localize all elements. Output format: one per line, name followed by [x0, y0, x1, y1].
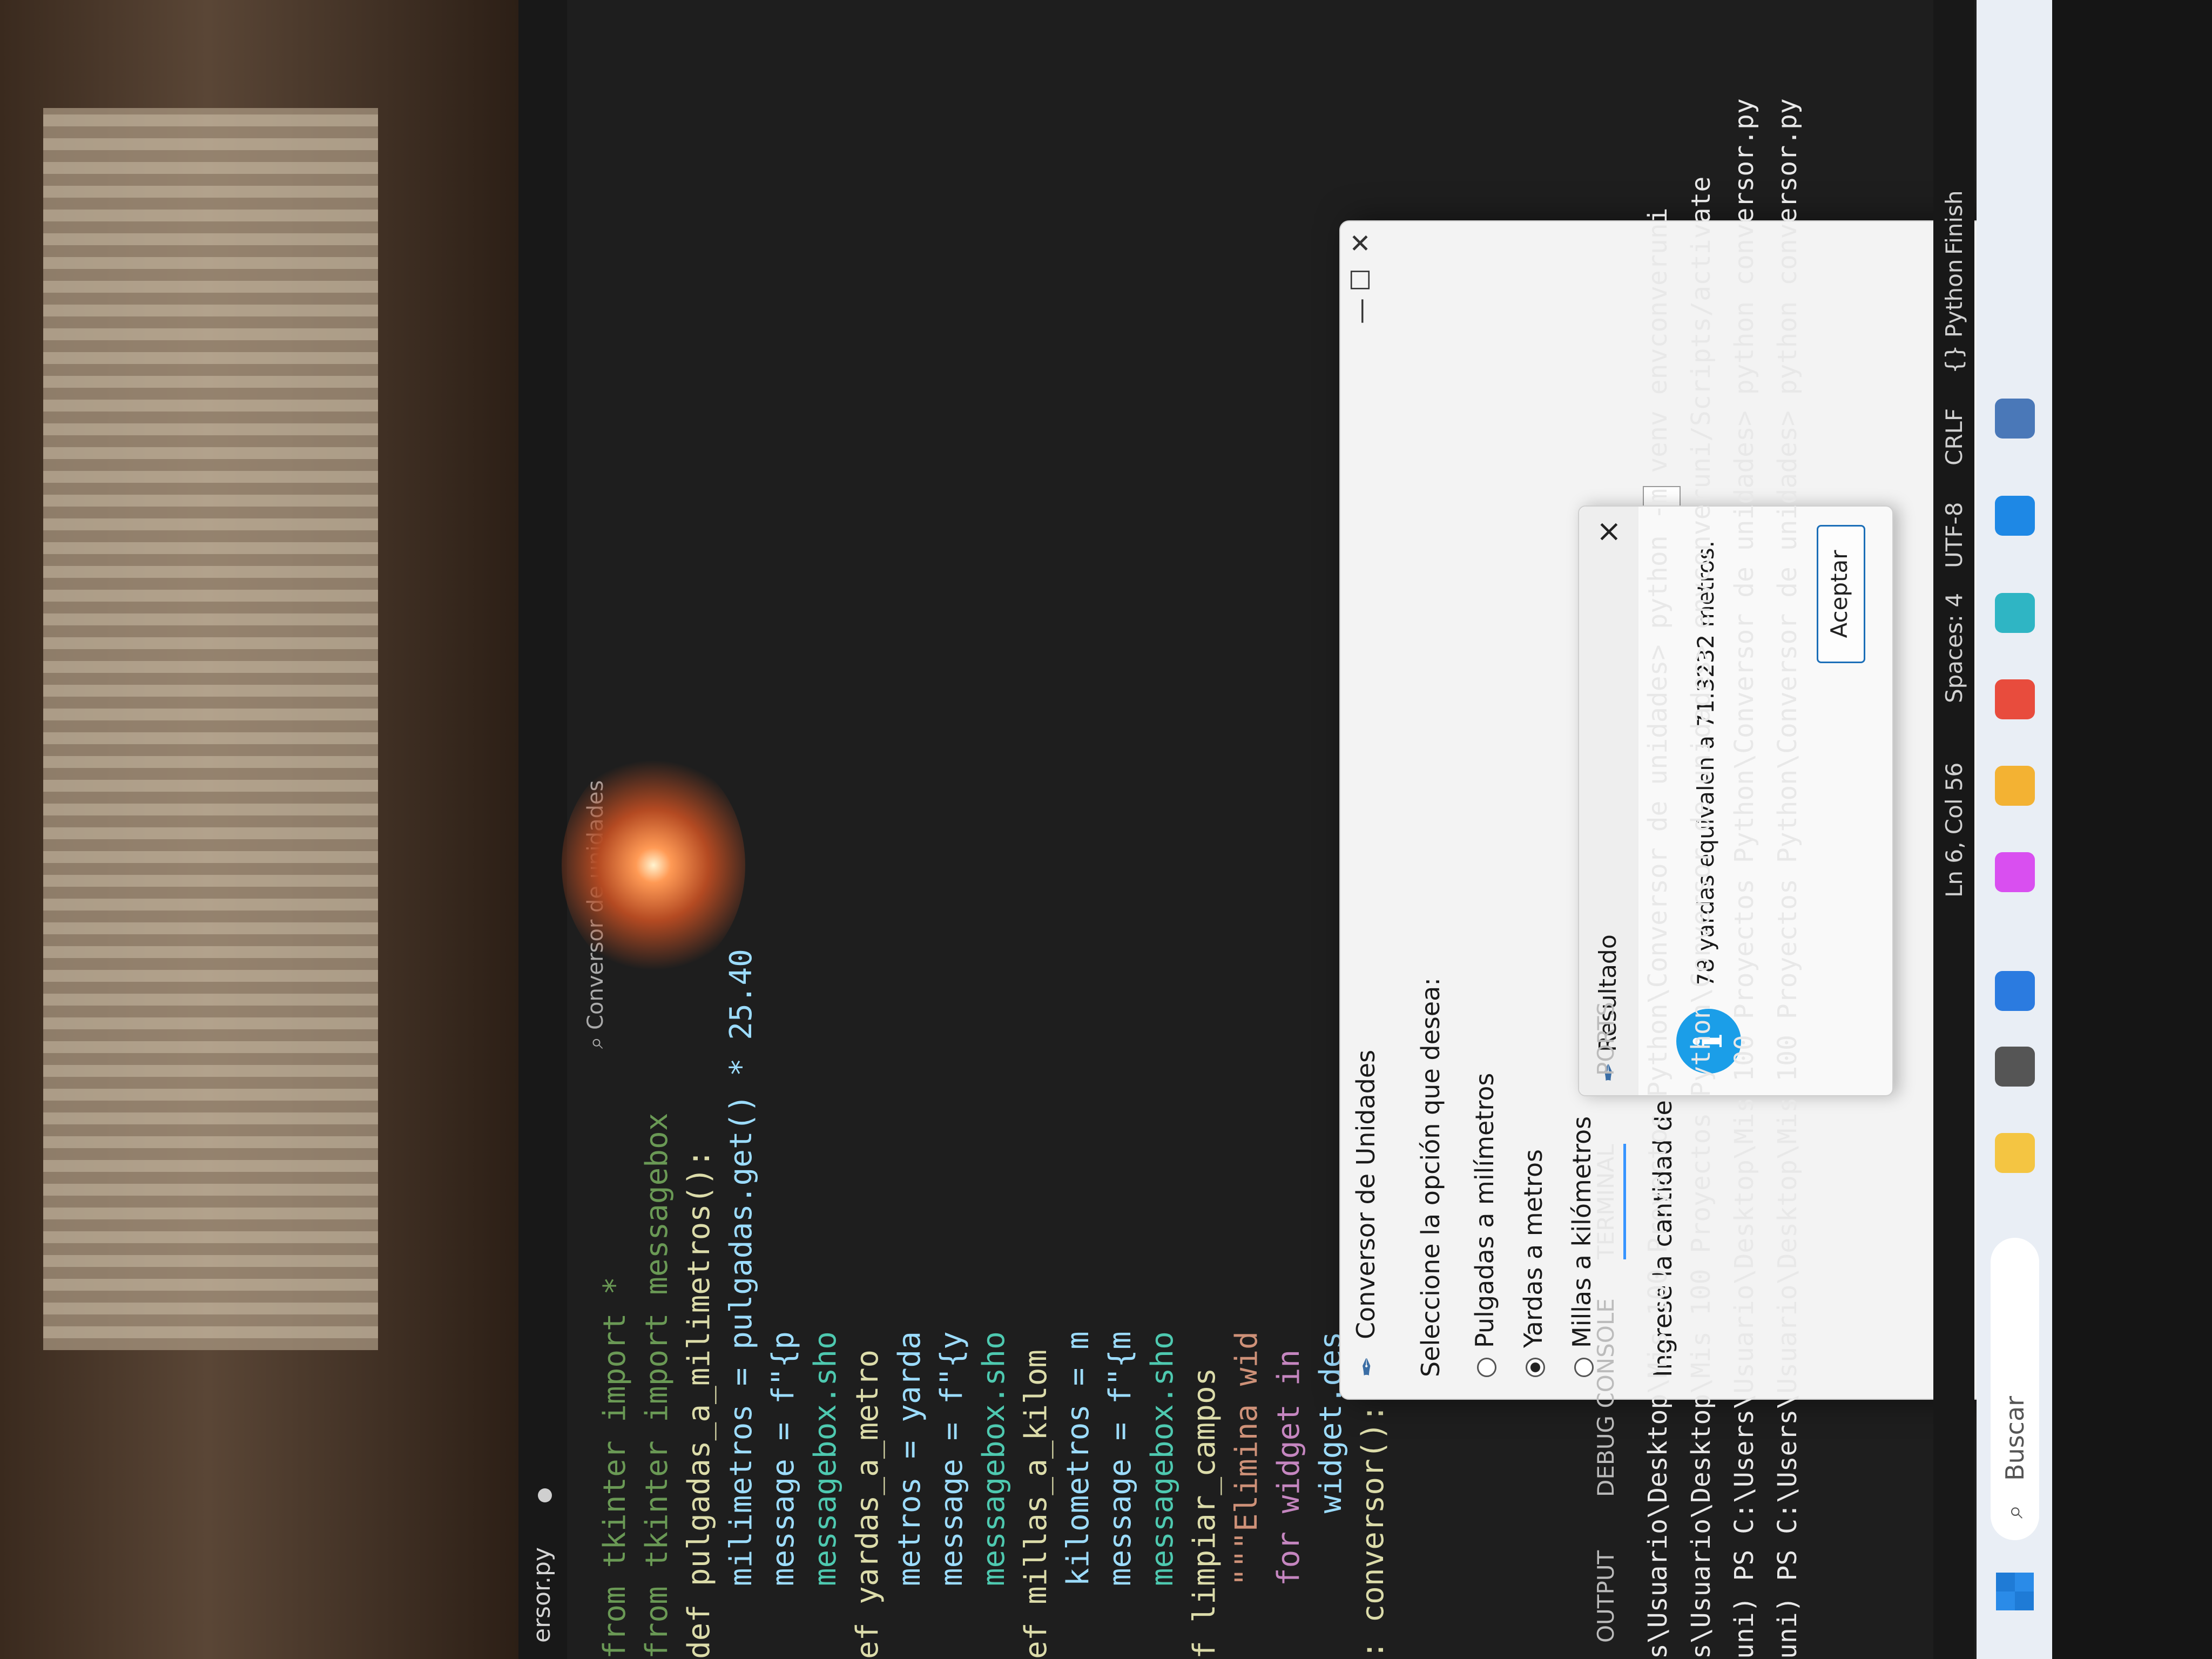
- close-icon[interactable]: ✕: [1346, 232, 1376, 254]
- dialog-title: Conversor de Unidades: [1351, 1049, 1380, 1339]
- search-icon: ⌕: [1999, 1505, 2028, 1519]
- terminal-line: s\Usuario\Desktop\Mis 100 Proyectos Pyth…: [1643, 207, 1673, 1659]
- title-bar: ersor.py: [518, 0, 567, 1659]
- radio-label: Yardas a metros: [1519, 1149, 1548, 1348]
- line-ending[interactable]: CRLF: [1941, 408, 1967, 466]
- code-line: from tkinter import *: [597, 1276, 632, 1659]
- screen: ersor.py ⌕ Conversor de unidades from tk…: [518, 0, 2052, 1659]
- code-line: ef millas_a_kilom: [1019, 1349, 1054, 1659]
- code-line: messagebox.sho: [1145, 1331, 1180, 1659]
- taskbar: ⌕ Buscar: [1977, 0, 2052, 1659]
- encoding[interactable]: UTF-8: [1941, 502, 1967, 568]
- windows-start-icon[interactable]: [1996, 1573, 2034, 1610]
- tk-feather-icon: ✒: [1352, 1356, 1381, 1377]
- copilot-icon[interactable]: [1995, 852, 2035, 892]
- search-label: Buscar: [2000, 1395, 2029, 1481]
- background-books: [43, 108, 378, 1350]
- terminal-line: s\Usuario\Desktop\Mis 100 Proyectos Pyth…: [1686, 176, 1716, 1659]
- chrome-icon[interactable]: [1995, 679, 2035, 719]
- cursor-position[interactable]: Ln 6, Col 56: [1941, 763, 1967, 898]
- code-line: ef yardas_a_metro: [850, 1349, 885, 1659]
- code-line: messagebox.sho: [976, 1331, 1011, 1659]
- code-line: message = f"{y: [934, 1331, 969, 1659]
- store-icon[interactable]: [1995, 971, 2035, 1011]
- indentation[interactable]: Spaces: 4: [1941, 593, 1967, 703]
- status-bar: Ln 6, Col 56 Spaces: 4 UTF-8 CRLF {} Pyt…: [1933, 0, 1974, 1659]
- vscode-window: ersor.py ⌕ Conversor de unidades from tk…: [518, 0, 2052, 1659]
- editor-tab[interactable]: ersor.py: [528, 1547, 556, 1643]
- code-line: from tkinter import messagebox: [639, 1112, 675, 1659]
- python-app-icon[interactable]: [1995, 399, 2035, 439]
- maximize-icon[interactable]: ☐: [1346, 268, 1376, 292]
- terminal[interactable]: s\Usuario\Desktop\Mis 100 Proyectos Pyth…: [1636, 0, 1917, 1659]
- code-line: message = f"{m: [1103, 1331, 1138, 1659]
- terminal-line: uni) PS C:\Users\Usuario\Desktop\Mis 100…: [1772, 98, 1803, 1659]
- language-mode[interactable]: {} Python: [1941, 259, 1967, 374]
- radio-icon: [1476, 1358, 1496, 1377]
- radio-selected-icon: [1525, 1358, 1545, 1377]
- code-line: """Elimina wid: [1229, 1331, 1264, 1659]
- tab-terminal[interactable]: TERMINAL: [1593, 1144, 1626, 1259]
- radio-label: Pulgadas a milímetros: [1470, 1073, 1499, 1348]
- vscode-icon[interactable]: [1995, 496, 2035, 536]
- tab-debug-console[interactable]: DEBUG CONSOLE: [1593, 1298, 1619, 1497]
- tab-output[interactable]: OUTPUT: [1593, 1550, 1619, 1643]
- radio-pulgadas-milimetros[interactable]: Pulgadas a milímetros: [1470, 1073, 1499, 1377]
- code-line: messagebox.sho: [808, 1331, 843, 1659]
- terminal-line: uni) PS C:\Users\Usuario\Desktop\Mis 100…: [1729, 98, 1759, 1659]
- option-prompt: Seleccione la opción que desea:: [1416, 977, 1445, 1377]
- code-line: metros = yarda: [892, 1331, 927, 1659]
- search-icon: ⌕: [583, 1029, 608, 1049]
- unsaved-dot-icon: [538, 1488, 552, 1502]
- laptop-bezel: [2052, 0, 2212, 1659]
- minimize-icon[interactable]: —: [1346, 298, 1376, 324]
- code-line: def pulgadas_a_milimetros():: [682, 1149, 717, 1659]
- radio-yardas-metros[interactable]: Yardas a metros: [1519, 1149, 1548, 1377]
- code-line: for widget in: [1271, 1349, 1306, 1659]
- file-explorer-icon[interactable]: [1995, 766, 2035, 806]
- lamp-reflection: [562, 752, 745, 979]
- code-line: message = f"{p: [766, 1331, 801, 1659]
- code-line: kilometros = m: [1061, 1331, 1096, 1659]
- finish-setup[interactable]: Finish: [1941, 190, 1967, 255]
- code-line: f limpiar_campos: [1187, 1367, 1222, 1659]
- panel-tabs: OUTPUT DEBUG CONSOLE TERMINAL PORTS: [1585, 0, 1628, 1659]
- code-line: milimetros = pulgadas.get() * 25.40: [724, 949, 759, 1659]
- taskbar-search[interactable]: ⌕ Buscar: [1991, 1238, 2039, 1540]
- calculator-icon[interactable]: [1995, 593, 2035, 633]
- widgets-icon[interactable]: [1995, 1133, 2035, 1173]
- tab-ports[interactable]: PORTS: [1593, 1002, 1619, 1076]
- task-view-icon[interactable]: [1995, 1047, 2035, 1087]
